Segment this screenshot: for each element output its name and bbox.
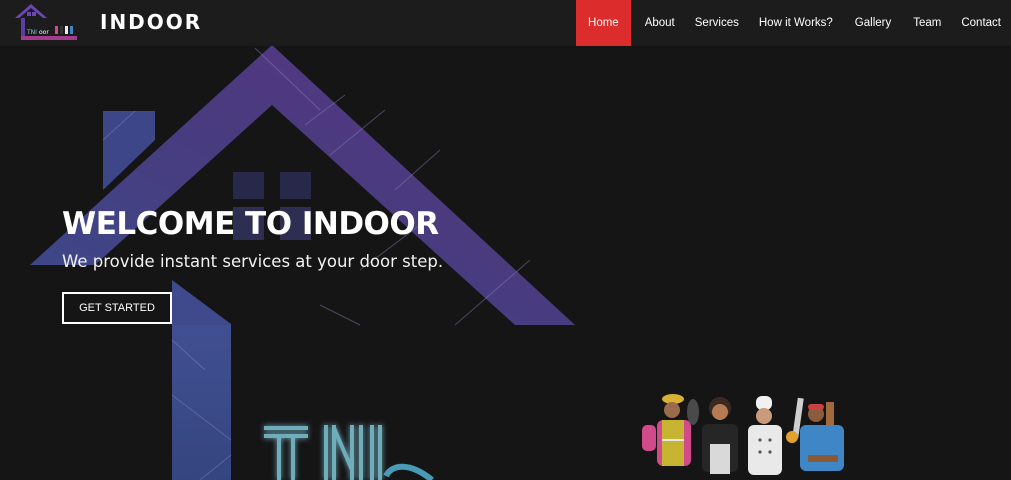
svg-text:TNI: TNI [26, 29, 37, 36]
brand-name[interactable]: INDOOR [100, 9, 202, 35]
top-navbar: TNI oor INDOOR Home About Services How i… [0, 0, 1011, 46]
service-workers-illustration [642, 394, 844, 475]
hero-title: WELCOME TO INDOOR [62, 206, 439, 242]
window-pane [233, 172, 264, 199]
nav-contact[interactable]: Contact [951, 0, 1011, 46]
nav-gallery[interactable]: Gallery [843, 0, 903, 46]
house-logo-icon[interactable]: TNI oor [13, 2, 77, 42]
get-started-button[interactable]: GET STARTED [62, 292, 172, 324]
nav-home[interactable]: Home [576, 0, 631, 46]
nav-team[interactable]: Team [903, 0, 951, 46]
nav-about[interactable]: About [635, 0, 685, 46]
landing-page: TNI oor INDOOR Home About Services How i… [0, 0, 1011, 480]
main-nav: Home About Services How it Works? Galler… [576, 0, 1011, 46]
nav-services[interactable]: Services [685, 0, 749, 46]
nav-how-it-works[interactable]: How it Works? [749, 0, 843, 46]
window-pane [280, 172, 311, 199]
svg-text:oor: oor [39, 29, 49, 36]
neon-logo-sign [264, 425, 382, 480]
hero-subtitle: We provide instant services at your door… [62, 252, 444, 271]
